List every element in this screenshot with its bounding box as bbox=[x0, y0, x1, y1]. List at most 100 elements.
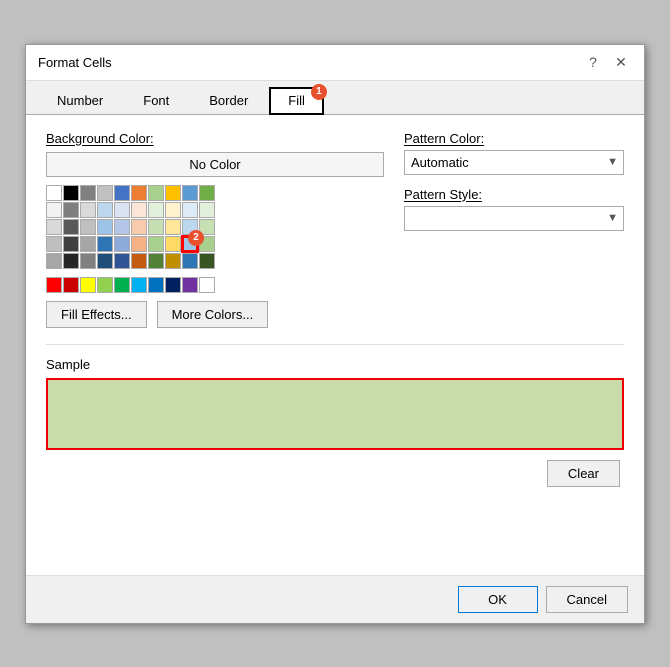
color-cell[interactable] bbox=[148, 185, 164, 201]
tab-content: Background Color: No Color 2 Fill Effect… bbox=[26, 115, 644, 575]
color-cell[interactable] bbox=[114, 277, 130, 293]
tab-font[interactable]: Font bbox=[124, 87, 188, 114]
pattern-style-select-wrapper: ▼ bbox=[404, 206, 624, 231]
color-cell[interactable] bbox=[131, 277, 147, 293]
color-cell[interactable] bbox=[97, 202, 113, 218]
title-bar-left: Format Cells bbox=[38, 55, 112, 70]
main-columns: Background Color: No Color 2 Fill Effect… bbox=[46, 131, 624, 328]
color-cell[interactable] bbox=[131, 219, 147, 235]
color-cell[interactable] bbox=[63, 236, 79, 252]
pattern-style-select[interactable] bbox=[404, 206, 624, 231]
color-row bbox=[46, 253, 384, 269]
tab-fill-badge: 1 bbox=[311, 84, 327, 100]
color-cell[interactable] bbox=[182, 277, 198, 293]
format-cells-dialog: Format Cells ? ✕ Number Font Border Fill… bbox=[25, 44, 645, 624]
color-row bbox=[46, 219, 384, 235]
color-cell[interactable] bbox=[199, 202, 215, 218]
clear-button[interactable]: Clear bbox=[547, 460, 620, 487]
color-cell[interactable] bbox=[182, 253, 198, 269]
color-row bbox=[46, 277, 384, 293]
extra-buttons: Fill Effects... More Colors... bbox=[46, 301, 384, 328]
color-cell[interactable] bbox=[114, 253, 130, 269]
tab-number[interactable]: Number bbox=[38, 87, 122, 114]
tab-fill[interactable]: Fill 1 bbox=[269, 87, 324, 115]
more-colors-button[interactable]: More Colors... bbox=[157, 301, 269, 328]
color-cell[interactable] bbox=[114, 236, 130, 252]
color-cell[interactable] bbox=[46, 253, 62, 269]
color-cell-badge: 2 bbox=[188, 230, 204, 246]
sample-label: Sample bbox=[46, 357, 624, 372]
color-cell[interactable] bbox=[80, 253, 96, 269]
color-row bbox=[46, 185, 384, 201]
background-color-label: Background Color: bbox=[46, 131, 384, 146]
color-cell[interactable] bbox=[182, 185, 198, 201]
color-cell[interactable] bbox=[46, 202, 62, 218]
color-cell[interactable] bbox=[131, 236, 147, 252]
no-color-button[interactable]: No Color bbox=[46, 152, 384, 177]
sample-section: Sample bbox=[46, 344, 624, 450]
pattern-color-select-wrapper: Automatic ▼ bbox=[404, 150, 624, 175]
color-cell[interactable] bbox=[199, 185, 215, 201]
left-column: Background Color: No Color 2 Fill Effect… bbox=[46, 131, 384, 328]
pattern-color-select[interactable]: Automatic bbox=[404, 150, 624, 175]
sample-box bbox=[46, 378, 624, 450]
ok-button[interactable]: OK bbox=[458, 586, 538, 613]
tab-border[interactable]: Border bbox=[190, 87, 267, 114]
color-grid: 2 bbox=[46, 185, 384, 293]
color-row: 2 bbox=[46, 236, 384, 252]
close-button[interactable]: ✕ bbox=[610, 51, 632, 73]
clear-button-wrapper: Clear bbox=[46, 460, 624, 487]
color-cell[interactable] bbox=[199, 277, 215, 293]
color-cell[interactable] bbox=[131, 253, 147, 269]
color-cell[interactable] bbox=[97, 277, 113, 293]
fill-effects-button[interactable]: Fill Effects... bbox=[46, 301, 147, 328]
color-cell[interactable] bbox=[63, 202, 79, 218]
color-cell[interactable] bbox=[97, 236, 113, 252]
color-cell[interactable] bbox=[46, 277, 62, 293]
title-bar-controls: ? ✕ bbox=[582, 51, 632, 73]
color-cell[interactable] bbox=[165, 236, 181, 252]
color-cell[interactable] bbox=[80, 202, 96, 218]
color-cell[interactable] bbox=[131, 202, 147, 218]
color-cell[interactable] bbox=[114, 202, 130, 218]
color-cell[interactable] bbox=[80, 236, 96, 252]
color-cell[interactable] bbox=[165, 219, 181, 235]
color-cell[interactable] bbox=[148, 202, 164, 218]
color-cell[interactable] bbox=[165, 253, 181, 269]
color-cell[interactable] bbox=[131, 185, 147, 201]
color-cell[interactable] bbox=[80, 185, 96, 201]
color-cell[interactable] bbox=[114, 185, 130, 201]
color-cell[interactable] bbox=[63, 219, 79, 235]
color-cell[interactable] bbox=[46, 185, 62, 201]
color-cell[interactable] bbox=[63, 185, 79, 201]
color-cell[interactable] bbox=[80, 277, 96, 293]
right-column: Pattern Color: Automatic ▼ Pattern Style… bbox=[404, 131, 624, 328]
color-cell[interactable] bbox=[97, 219, 113, 235]
color-cell[interactable]: 2 bbox=[182, 236, 198, 252]
color-cell[interactable] bbox=[148, 277, 164, 293]
color-cell[interactable] bbox=[148, 236, 164, 252]
color-cell[interactable] bbox=[114, 219, 130, 235]
color-cell[interactable] bbox=[165, 277, 181, 293]
color-cell[interactable] bbox=[148, 219, 164, 235]
color-cell[interactable] bbox=[97, 253, 113, 269]
color-cell[interactable] bbox=[46, 219, 62, 235]
color-cell[interactable] bbox=[46, 236, 62, 252]
color-cell[interactable] bbox=[199, 253, 215, 269]
tab-bar: Number Font Border Fill 1 bbox=[26, 81, 644, 115]
pattern-style-label: Pattern Style: bbox=[404, 187, 624, 202]
cancel-button[interactable]: Cancel bbox=[546, 586, 628, 613]
dialog-footer: OK Cancel bbox=[26, 575, 644, 623]
color-cell[interactable] bbox=[165, 202, 181, 218]
color-cell[interactable] bbox=[63, 253, 79, 269]
color-row bbox=[46, 202, 384, 218]
color-cell[interactable] bbox=[165, 185, 181, 201]
color-cell[interactable] bbox=[148, 253, 164, 269]
help-button[interactable]: ? bbox=[582, 51, 604, 73]
dialog-title: Format Cells bbox=[38, 55, 112, 70]
pattern-color-label: Pattern Color: bbox=[404, 131, 624, 146]
color-cell[interactable] bbox=[182, 202, 198, 218]
color-cell[interactable] bbox=[97, 185, 113, 201]
color-cell[interactable] bbox=[63, 277, 79, 293]
color-cell[interactable] bbox=[80, 219, 96, 235]
